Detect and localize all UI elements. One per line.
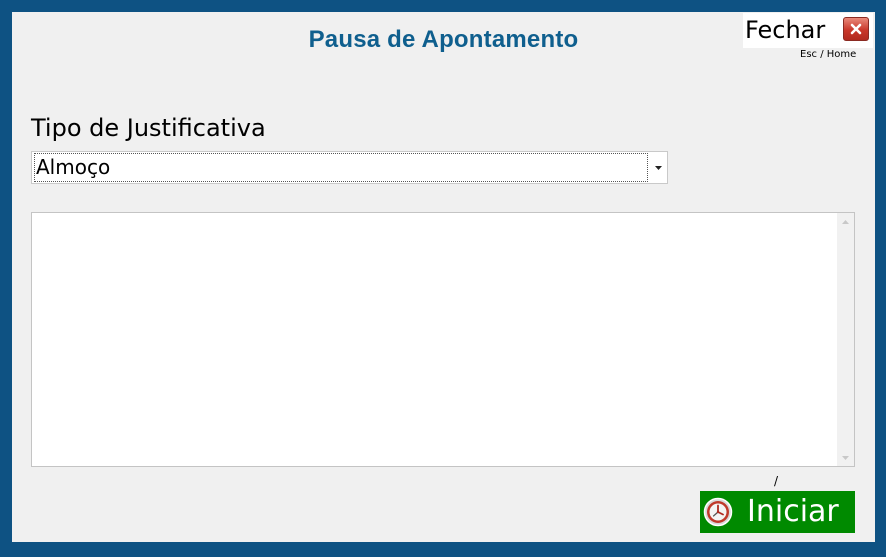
start-label[interactable]: Iniciar: [747, 494, 839, 529]
footer-marker: /: [774, 474, 779, 488]
scroll-down-icon[interactable]: [837, 449, 854, 466]
notes-scrollbar[interactable]: [837, 213, 854, 466]
window-frame: Pausa de Apontamento Fechar Esc / Home T…: [0, 0, 886, 557]
close-control[interactable]: Fechar: [743, 13, 873, 48]
scroll-up-icon[interactable]: [837, 213, 854, 230]
chevron-down-icon[interactable]: [650, 152, 667, 183]
close-shortcut-hint: Esc / Home: [800, 49, 857, 60]
close-icon[interactable]: [843, 17, 869, 41]
close-label[interactable]: Fechar: [745, 16, 825, 44]
dialog-panel: Pausa de Apontamento Fechar Esc / Home T…: [12, 12, 875, 542]
justification-notes-input[interactable]: [32, 213, 837, 466]
justification-type-value[interactable]: Almoço: [34, 153, 648, 182]
justification-type-label: Tipo de Justificativa: [31, 114, 266, 142]
justification-notes-area: [31, 212, 855, 467]
clock-icon: [703, 497, 733, 527]
justification-type-dropdown[interactable]: Almoço: [31, 151, 668, 184]
start-button[interactable]: Iniciar: [700, 491, 855, 533]
